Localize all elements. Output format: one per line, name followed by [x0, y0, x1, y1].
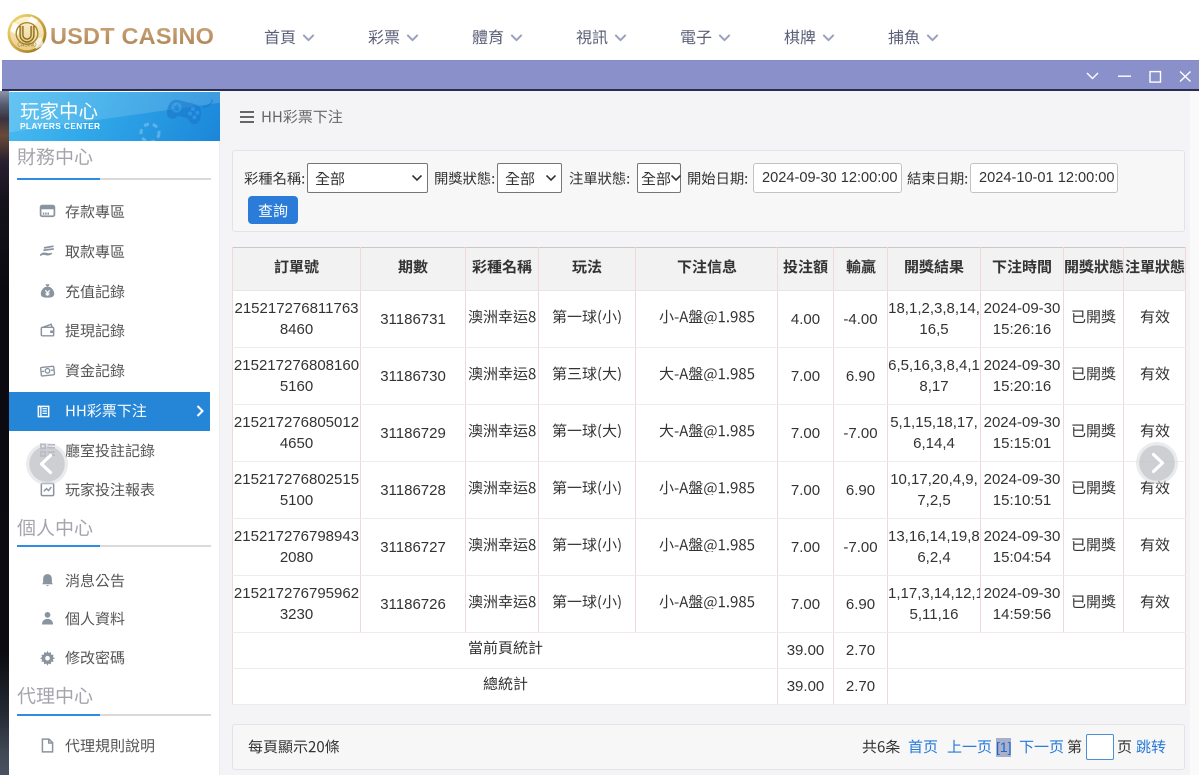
svg-text:CASINO: CASINO	[17, 43, 36, 49]
